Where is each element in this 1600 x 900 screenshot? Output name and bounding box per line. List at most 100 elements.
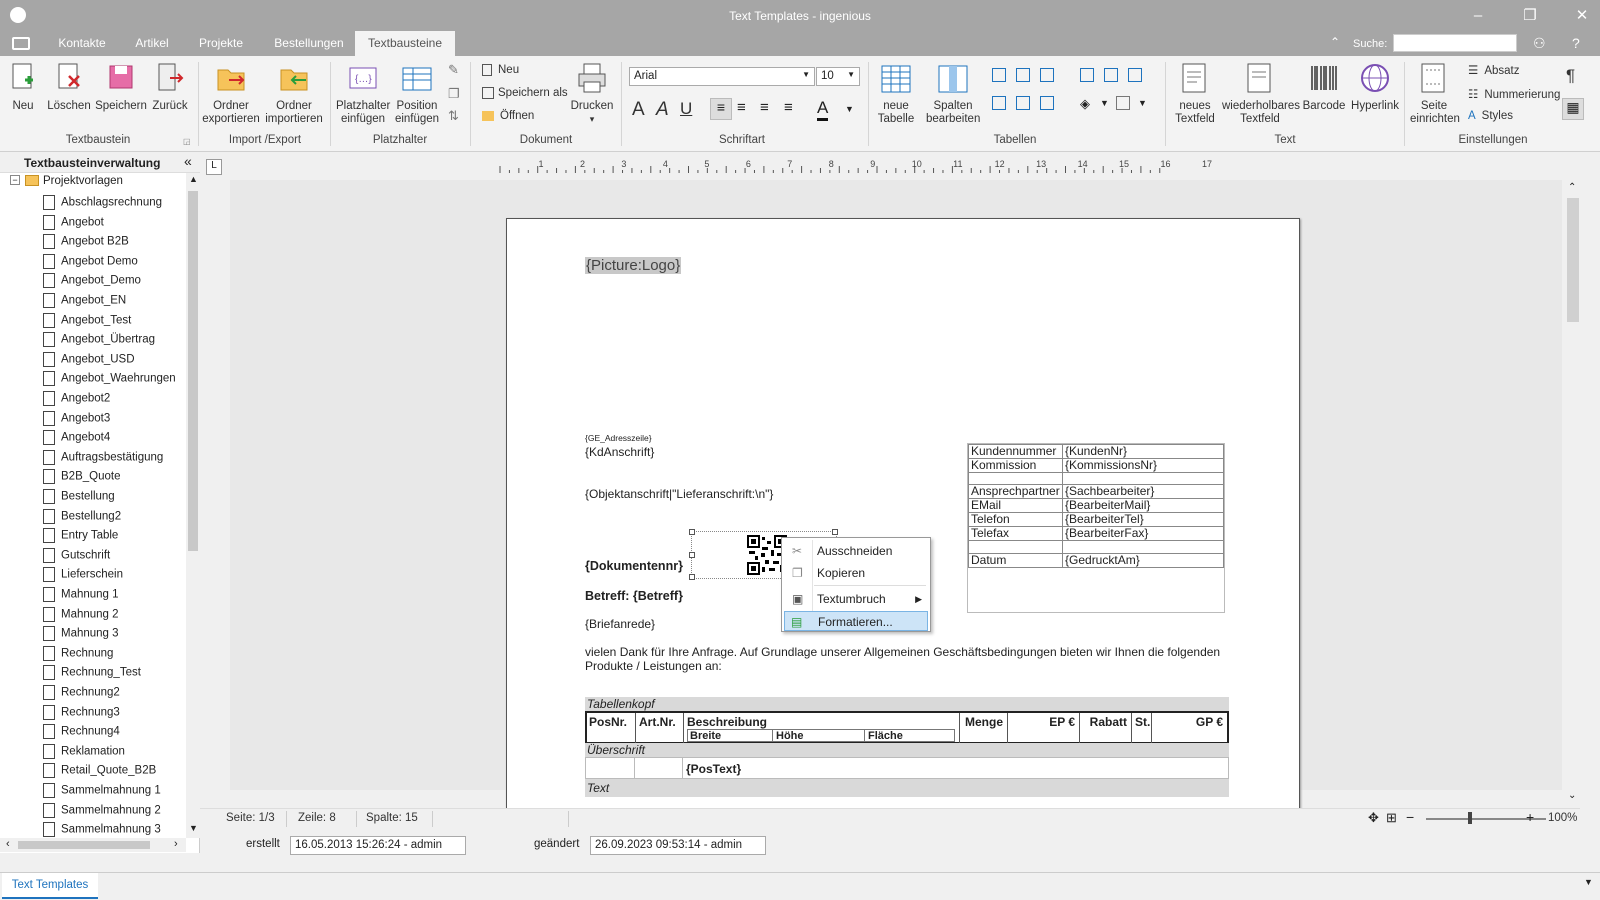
styles-button[interactable]: A Styles — [1468, 110, 1513, 122]
tree-item[interactable]: Auftragsbestätigung — [43, 449, 163, 468]
tree-item[interactable]: Angebot — [43, 214, 104, 233]
tree-item[interactable]: Angebot_USD — [43, 351, 135, 370]
nummerierung-button[interactable]: ☷ Nummerierung — [1468, 87, 1560, 101]
loeschen-button[interactable]: Löschen — [47, 62, 91, 113]
edit-icon[interactable]: ✎ — [448, 62, 459, 78]
info-table[interactable]: Kundennummer {KundenNr} Kommission {Kommiss… — [968, 444, 1224, 568]
objektanschrift-placeholder[interactable]: {Objektanschrift|"Lieferanschrift:\n"} — [585, 487, 773, 501]
spalten-bearbeiten-button[interactable]: Spalten bearbeiten — [926, 62, 980, 126]
tab-artikel[interactable]: Artikel — [126, 31, 178, 56]
tab-stop-selector[interactable]: L — [206, 159, 222, 175]
scroll-up-icon[interactable]: ▲ — [189, 174, 198, 184]
font-color-icon[interactable]: A — [817, 98, 829, 121]
speichern-button[interactable]: Speichern — [95, 62, 147, 113]
menu-item-textumbruch[interactable]: ▣ Textumbruch ▶ — [784, 589, 928, 609]
scroll-down-icon[interactable]: ⌄ — [1568, 790, 1576, 801]
tree-item[interactable]: Sammelmahnung 1 — [43, 783, 161, 801]
align-center-icon[interactable]: ≡ — [737, 99, 746, 116]
copy-icon[interactable]: ❐ — [448, 86, 460, 102]
oeffnen-button[interactable]: Öffnen — [482, 110, 534, 122]
info-row[interactable] — [968, 540, 1224, 554]
speichern-als-button[interactable]: Speichern als — [482, 87, 568, 99]
chevron-down-icon[interactable]: ▼ — [1100, 98, 1109, 108]
tree-item[interactable]: Bestellung2 — [43, 508, 121, 527]
tree-item[interactable]: Angebot_EN — [43, 293, 126, 311]
tree-item[interactable]: Rechnung2 — [43, 685, 120, 703]
tab-bestellungen[interactable]: Bestellungen — [265, 31, 353, 56]
zurueck-button[interactable]: Zurück — [150, 62, 190, 113]
platzhalter-einfuegen-button[interactable]: {…} Platzhalter einfügen — [336, 62, 390, 126]
adresszeile-placeholder[interactable]: {GE_Adresszeile} — [585, 433, 652, 443]
menu-item-ausschneiden[interactable]: ✂ Ausschneiden — [784, 541, 928, 561]
tree-item[interactable]: Mahnung 1 — [43, 587, 119, 605]
tree-item[interactable]: Angebot_Test — [43, 312, 131, 331]
pilcrow-icon[interactable]: ¶ — [1566, 66, 1575, 86]
info-row[interactable]: EMail {BearbeiterMail} — [968, 498, 1224, 513]
fit-page-icon[interactable]: ✥ — [1368, 810, 1379, 826]
collapse-sidebar-icon[interactable]: « — [184, 153, 192, 169]
body-text-line-1[interactable]: vielen Dank für Ihre Anfrage. Auf Grundl… — [585, 645, 1220, 659]
hyperlink-button[interactable]: Hyperlink — [1350, 62, 1400, 113]
dokumentennr-placeholder[interactable]: {Dokumentennr} — [585, 559, 683, 573]
chevron-down-icon[interactable]: ▼ — [845, 104, 854, 114]
info-row[interactable]: Kommission {KommissionsNr} — [968, 458, 1224, 473]
positions-row[interactable]: {PosText} — [585, 757, 1229, 779]
tab-textbausteine[interactable]: Textbausteine — [355, 31, 455, 56]
users-icon[interactable]: ⚇ — [1533, 35, 1546, 52]
briefanrede-placeholder[interactable]: {Briefanrede} — [585, 617, 655, 631]
body-text-line-2[interactable]: Produkte / Leistungen an: — [585, 659, 722, 673]
position-einfuegen-button[interactable]: Position einfügen — [394, 62, 440, 126]
wiederholbares-textfeld-button[interactable]: wiederholbares Textfeld — [1222, 62, 1300, 126]
scrollbar-thumb[interactable] — [1567, 198, 1579, 322]
postext-placeholder[interactable]: {PosText} — [686, 762, 741, 776]
resize-handle[interactable] — [689, 552, 695, 558]
tree-item[interactable]: Retail_Quote_B2B — [43, 763, 156, 781]
tree-item[interactable]: Angebot_Übertrag — [43, 332, 155, 350]
tree-item[interactable]: Rechnung — [43, 645, 113, 664]
tree-item[interactable]: Gutschrift — [43, 547, 110, 566]
tree-item[interactable]: Rechnung4 — [43, 724, 120, 742]
scroll-right-icon[interactable]: › — [174, 838, 178, 850]
italic-icon[interactable]: A — [656, 99, 669, 121]
horizontal-ruler[interactable]: 1 2 3 4 5 6 7 8 9 10 11 12 13 14 15 16 17 — [230, 158, 1562, 176]
seite-einrichten-button[interactable]: Seite einrichten — [1410, 62, 1460, 126]
font-family-select[interactable]: Arial ▼ — [629, 67, 815, 86]
tree-item[interactable]: Angebot B2B — [43, 234, 129, 252]
collapse-ribbon-icon[interactable]: ⌃ — [1330, 35, 1340, 49]
scroll-up-icon[interactable]: ⌃ — [1568, 182, 1576, 193]
tree-item[interactable]: Rechnung_Test — [43, 665, 141, 683]
chevron-down-icon[interactable]: ▼ — [1584, 877, 1593, 887]
neu-button[interactable]: Neu — [8, 62, 38, 113]
info-row[interactable]: Kundennummer {KundenNr} — [968, 444, 1224, 459]
sidebar-hscrollbar[interactable]: ‹ › — [0, 838, 186, 852]
tree-collapse-icon[interactable]: − — [10, 175, 20, 185]
resize-handle[interactable] — [832, 529, 838, 535]
info-row[interactable]: Datum {GedrucktAm} — [968, 553, 1224, 568]
split-column-icon[interactable] — [1040, 68, 1054, 82]
tree-item[interactable]: Angebot_Waehrungen — [43, 371, 176, 389]
search-input[interactable] — [1393, 34, 1517, 52]
drucken-button[interactable]: Drucken ▾ — [570, 62, 614, 126]
scrollbar-thumb[interactable] — [188, 191, 198, 551]
ordner-exportieren-button[interactable]: Ordner exportieren — [202, 62, 260, 126]
kdanschrift-placeholder[interactable]: {KdAnschrift} — [585, 445, 654, 459]
resize-handle[interactable] — [689, 574, 695, 580]
info-row[interactable]: Ansprechpartner {Sachbearbeiter} — [968, 484, 1224, 499]
menu-item-kopieren[interactable]: ❐ Kopieren — [784, 563, 928, 583]
justify-icon[interactable]: ≡ — [784, 99, 793, 116]
tree-item[interactable]: Bestellung — [43, 489, 115, 507]
tree-item[interactable]: Angebot4 — [43, 430, 110, 448]
tree-item[interactable]: Sammelmahnung 2 — [43, 802, 161, 821]
grow-font-icon[interactable]: A — [632, 99, 645, 121]
tab-text-templates[interactable]: Text Templates — [2, 873, 98, 899]
menu-item-formatieren[interactable]: ▤ Formatieren... — [784, 611, 928, 631]
scroll-down-icon[interactable]: ▼ — [189, 823, 198, 833]
zoom-in-icon[interactable]: + — [1526, 809, 1534, 825]
geaendert-field[interactable]: 26.09.2023 09:53:14 - admin — [590, 836, 766, 855]
app-menu-icon[interactable] — [12, 37, 30, 50]
tree-item[interactable]: Lieferschein — [43, 567, 123, 585]
tree-item[interactable]: Mahnung 2 — [43, 606, 119, 625]
tree-item[interactable]: Angebot_Demo — [43, 273, 141, 291]
erstellt-field[interactable]: 16.05.2013 15:26:24 - admin — [290, 836, 466, 855]
insert-row-above-icon[interactable] — [992, 96, 1006, 110]
